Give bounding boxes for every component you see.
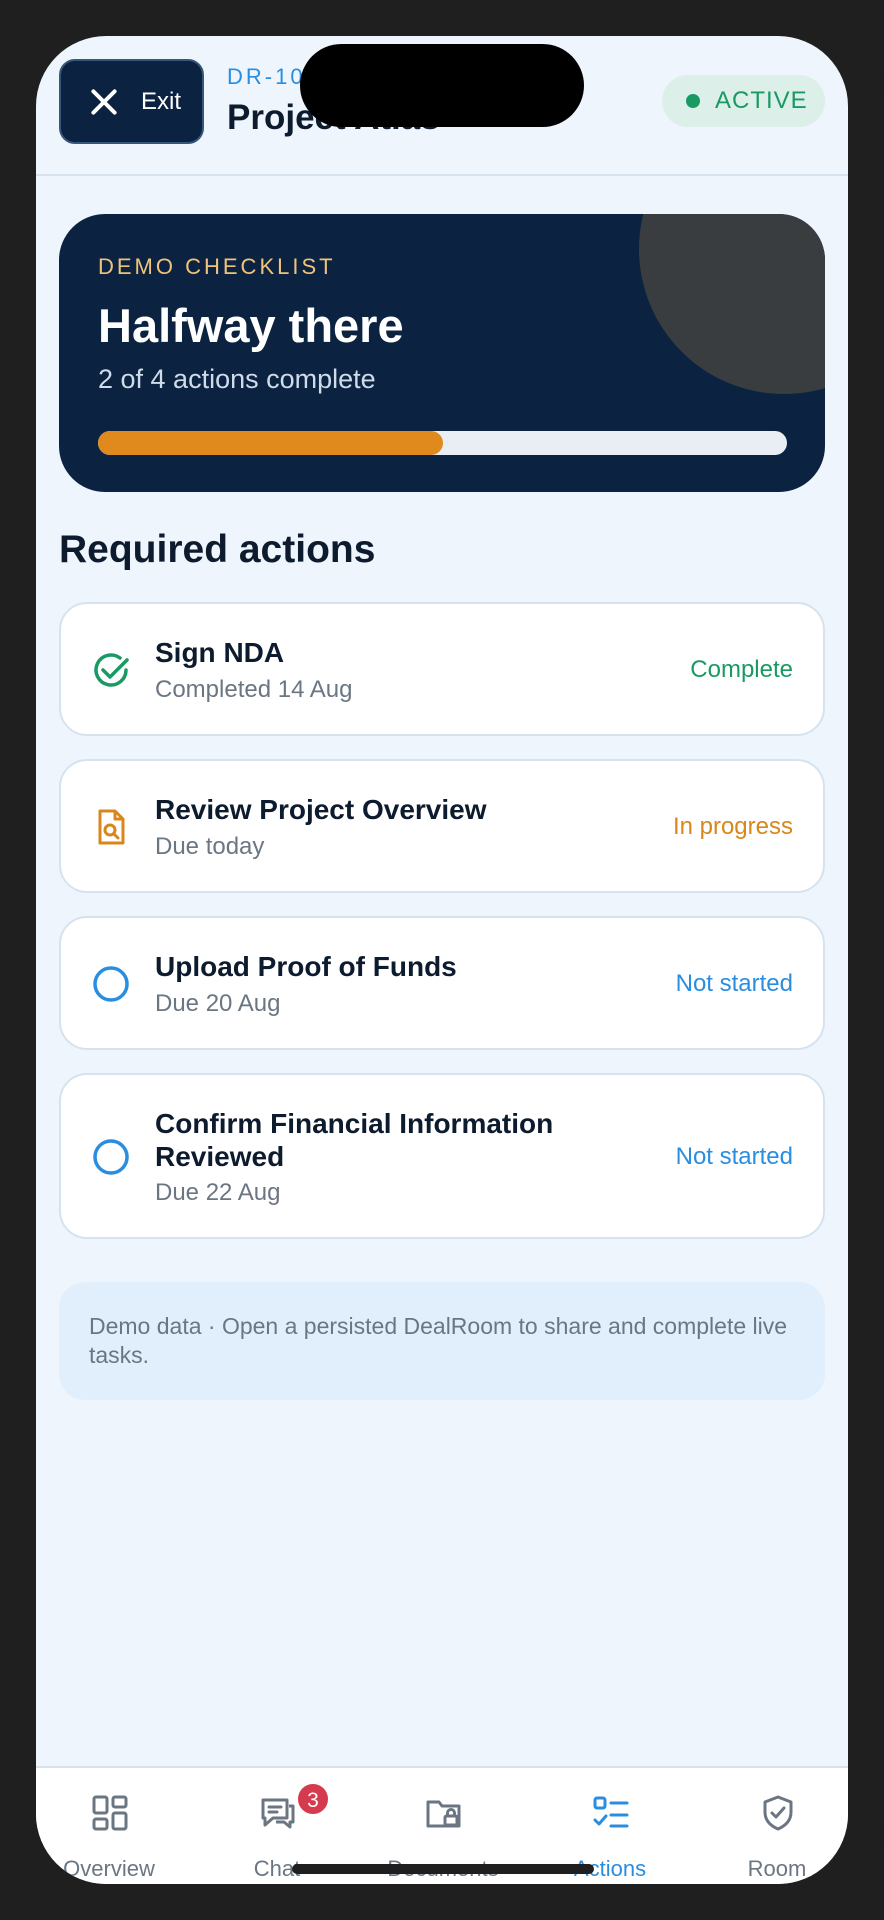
action-subtitle: Due today [155,833,265,860]
action-title: Review Project Overview [155,794,487,825]
action-card-sign-nda[interactable]: Sign NDA Completed 14 Aug Complete [59,602,825,736]
folder-lock-icon [426,1800,461,1828]
section-title: Required actions [59,528,376,571]
tab-room[interactable]: Room [702,1768,848,1884]
exit-label: Exit [141,87,182,115]
empty-circle-icon [93,1139,129,1175]
action-title: Sign NDA [155,637,285,668]
unread-badge: 3 [296,1782,330,1816]
progress-bar [98,431,787,455]
hero-subtitle: 2 of 4 actions complete [98,364,376,394]
phone-frame: Exit DR-10 Project Atlas ACTIVE DEMO CHE… [0,0,884,1920]
decorative-circle [639,214,825,394]
tab-overview[interactable]: Overview [36,1768,184,1884]
chat-icon [261,1798,295,1829]
app-screen: Exit DR-10 Project Atlas ACTIVE DEMO CHE… [36,36,848,1884]
progress-fill [98,431,443,455]
status-badge: ACTIVE [662,75,825,127]
exit-button[interactable]: Exit [59,59,204,144]
action-status: Complete [690,656,793,683]
hero-title: Halfway there [98,299,404,352]
action-card-review-overview[interactable]: Review Project Overview Due today In pro… [59,759,825,893]
empty-circle-icon [93,966,129,1002]
action-status: Not started [675,1143,793,1170]
close-icon [89,87,119,117]
shield-check-icon [763,1795,793,1831]
action-status: In progress [672,813,793,840]
action-card-upload-funds[interactable]: Upload Proof of Funds Due 20 Aug Not sta… [59,916,825,1050]
status-dot-icon [686,94,700,108]
hero-eyebrow: DEMO CHECKLIST [98,254,336,279]
deal-code: DR-10 [227,64,306,89]
checklist-progress-card: DEMO CHECKLIST Halfway there 2 of 4 acti… [59,214,825,492]
home-indicator [292,1864,594,1874]
tab-label: Overview [63,1856,155,1881]
action-subtitle: Due 22 Aug [155,1179,281,1206]
checklist-icon [593,1796,629,1828]
tab-label: Room [747,1856,807,1881]
demo-note: Demo data · Open a persisted DealRoom to… [59,1282,825,1400]
action-card-confirm-financials[interactable]: Confirm Financial Information Reviewed D… [59,1073,825,1239]
grid-icon [92,1795,128,1831]
action-status: Not started [675,970,793,997]
action-subtitle: Due 20 Aug [155,990,281,1017]
action-title: Confirm Financial Information Reviewed [155,1108,554,1172]
check-circle-icon [94,653,129,687]
action-subtitle: Completed 14 Aug [155,676,353,703]
document-search-icon [98,809,125,845]
dynamic-island [300,44,584,127]
status-label: ACTIVE [715,87,808,114]
action-title: Upload Proof of Funds [155,951,457,982]
